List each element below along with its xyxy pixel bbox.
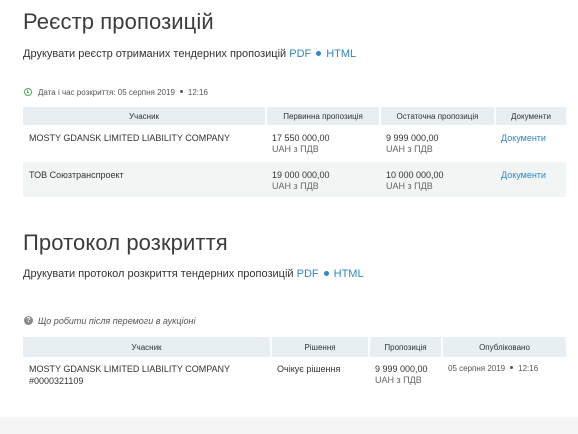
protocol-title: Протокол розкриття — [23, 230, 228, 255]
initial-offer-cell: 19 000 000,00 UAH з ПДВ — [266, 159, 380, 197]
published-date: 05 серпня 2019 — [448, 364, 506, 373]
final-unit: UAH з ПДВ — [386, 144, 433, 154]
protocol-print-line: Друкувати протокол розкриття тендерних п… — [23, 268, 364, 280]
final-offer-cell: 9 999 000,00 UAH з ПДВ — [380, 125, 495, 161]
documents-cell: Документи — [495, 159, 566, 197]
question-icon: ? — [24, 316, 33, 326]
registry-title: Реєстр пропозицій — [23, 9, 214, 34]
separator-dot — [510, 366, 514, 370]
offer-cell: 9 999 000,00 UAH з ПДВ — [369, 357, 442, 386]
page-footer-band — [0, 417, 578, 434]
documents-link[interactable]: Документи — [501, 133, 546, 143]
separator-dot — [323, 270, 329, 276]
initial-unit: UAH з ПДВ — [272, 181, 319, 191]
final-unit: UAH з ПДВ — [386, 181, 433, 191]
table-row: MOSTY GDANSK LIMITED LIABILITY COMPANY #… — [23, 357, 566, 386]
initial-unit: UAH з ПДВ — [272, 144, 319, 154]
col-documents: Документи — [495, 107, 566, 125]
offer-unit: UAH з ПДВ — [375, 375, 422, 385]
final-amount: 10 000 000,00 — [386, 170, 444, 180]
participant-name: ТОВ Союзтранспроект — [23, 159, 266, 197]
separator-dot — [316, 50, 322, 56]
help-link-text[interactable]: Що робити після перемоги в аукціоні — [38, 316, 195, 326]
participant-id: #0000321109 — [29, 376, 84, 386]
participant-cell: MOSTY GDANSK LIMITED LIABILITY COMPANY #… — [23, 357, 271, 386]
protocol-pdf-link[interactable]: PDF — [297, 268, 319, 280]
col-initial-offer: Первинна пропозиція — [266, 107, 381, 125]
help-link-row[interactable]: ? Що робити після перемоги в аукціоні — [24, 316, 195, 326]
final-offer-cell: 10 000 000,00 UAH з ПДВ — [380, 159, 495, 197]
registry-pdf-link[interactable]: PDF — [289, 48, 311, 60]
col-published: Опубліковано — [442, 337, 566, 357]
participant-name: MOSTY GDANSK LIMITED LIABILITY COMPANY — [29, 133, 231, 143]
col-participant: Учасник — [23, 107, 267, 125]
registry-html-link[interactable]: HTML — [326, 48, 356, 60]
table-row: MOSTY GDANSK LIMITED LIABILITY COMPANY 1… — [23, 125, 566, 161]
documents-cell: Документи — [495, 125, 566, 161]
initial-offer-cell: 17 550 000,00 UAH з ПДВ — [266, 125, 380, 161]
decision-cell: Очікує рішення — [277, 364, 341, 374]
registry-print-line: Друкувати реєстр отриманих тендерних про… — [23, 48, 356, 60]
registry-print-text: Друкувати реєстр отриманих тендерних про… — [23, 48, 287, 60]
registry-table-header: Учасник Первинна пропозиція Остаточна пр… — [23, 107, 566, 125]
participant-name: MOSTY GDANSK LIMITED LIABILITY COMPANY — [29, 364, 231, 374]
published-time: 12:16 — [518, 364, 539, 373]
protocol-table: Учасник Рішення Пропозиція Опубліковано … — [23, 337, 566, 386]
opening-datetime: Дата і час розкриття: 05 серпня 2019 12:1… — [24, 87, 208, 97]
initial-amount: 19 000 000,00 — [272, 170, 330, 180]
table-row: ТОВ Союзтранспроект 19 000 000,00 UAH з … — [23, 159, 566, 197]
opening-time: 12:16 — [187, 88, 208, 97]
published-cell: 05 серпня 2019 12:16 — [442, 357, 566, 386]
opening-date-label: Дата і час розкриття: 05 серпня 2019 — [38, 88, 175, 97]
col-final-offer: Остаточна пропозиція — [380, 107, 496, 125]
clock-icon — [24, 87, 32, 96]
col-participant: Учасник — [23, 337, 272, 357]
protocol-table-header: Учасник Рішення Пропозиція Опубліковано — [23, 337, 566, 357]
protocol-print-text: Друкувати протокол розкриття тендерних п… — [23, 268, 294, 280]
registry-table: Учасник Первинна пропозиція Остаточна пр… — [23, 107, 566, 197]
initial-amount: 17 550 000,00 — [272, 133, 330, 143]
documents-link[interactable]: Документи — [501, 170, 546, 180]
final-amount: 9 999 000,00 — [386, 133, 439, 143]
protocol-html-link[interactable]: HTML — [334, 268, 364, 280]
separator-dot — [179, 90, 183, 94]
col-offer: Пропозиція — [369, 337, 443, 357]
offer-amount: 9 999 000,00 — [375, 364, 428, 374]
col-decision: Рішення — [271, 337, 370, 357]
